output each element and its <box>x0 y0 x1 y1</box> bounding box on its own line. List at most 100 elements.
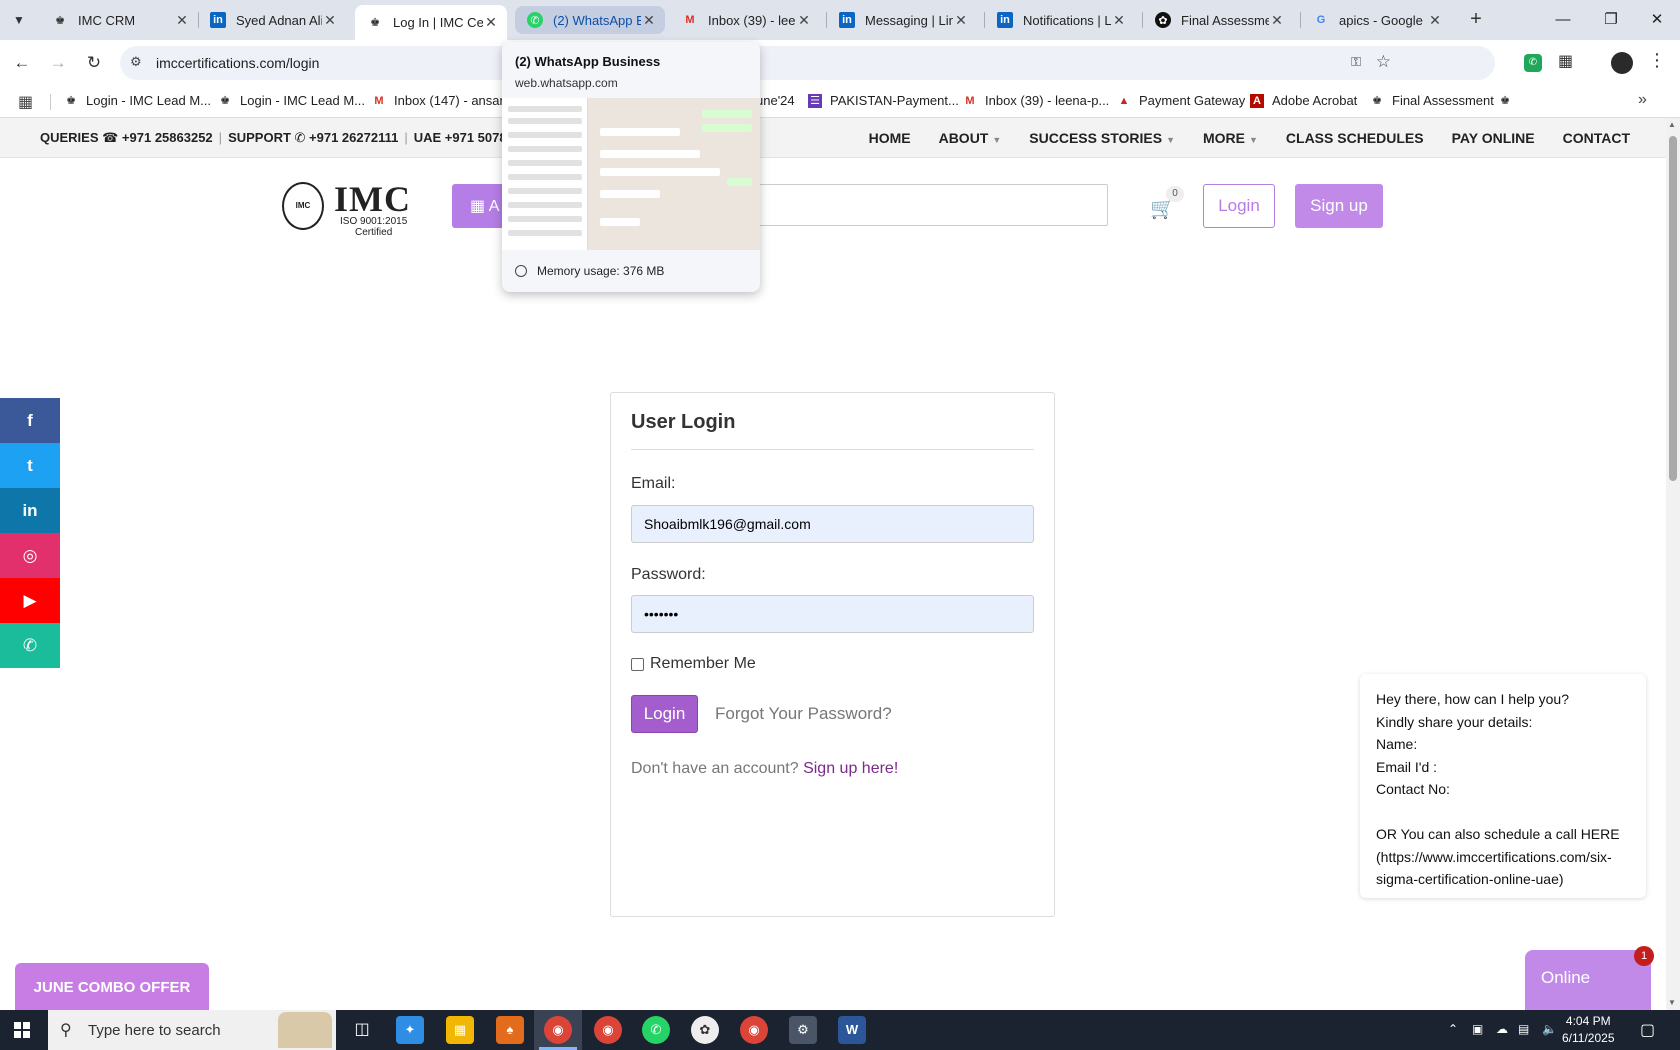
windows-start-icon[interactable] <box>14 1022 30 1038</box>
bookmark-pakistan-payment[interactable]: ☰ PAKISTAN-Payment... <box>808 93 959 108</box>
close-icon[interactable]: ✕ <box>174 12 190 29</box>
linkedin-icon[interactable]: in <box>0 488 60 533</box>
restore-icon[interactable]: ❐ <box>1588 0 1634 40</box>
instagram-icon[interactable]: ◎ <box>0 533 60 578</box>
tray-app-icon[interactable]: ▣ <box>1472 1022 1483 1036</box>
password-key-icon[interactable]: ⚿ <box>1351 54 1361 70</box>
close-icon[interactable]: ✕ <box>322 12 338 29</box>
more-menu-icon[interactable]: ⋮ <box>1648 50 1666 71</box>
chrome-icon[interactable]: ◉ <box>544 1016 572 1044</box>
email-field[interactable]: Shoaibmlk196@gmail.com <box>631 505 1034 543</box>
close-icon[interactable]: ✕ <box>641 12 657 29</box>
taskbar-clock[interactable]: 4:04 PM 6/11/2025 <box>1562 1013 1615 1047</box>
bookmark-gmail-leena[interactable]: M Inbox (39) - leena-p... <box>963 93 1109 108</box>
forward-arrow-icon[interactable]: → <box>46 51 70 75</box>
twitter-icon[interactable]: t <box>0 443 60 488</box>
window-close-icon[interactable]: ✕ <box>1634 0 1680 40</box>
tab-search-chevron-icon[interactable]: ▼ <box>6 8 32 32</box>
taskbar-search[interactable]: ⚲ Type here to search <box>48 1010 336 1050</box>
close-icon[interactable]: ✕ <box>953 12 969 29</box>
tab-imc-login[interactable]: ♚ Log In | IMC Cer ✕ <box>355 5 507 40</box>
bookmark-imc[interactable]: ♚ <box>1498 93 1520 107</box>
chrome-icon[interactable]: ◉ <box>740 1016 768 1044</box>
bookmarks-overflow-icon[interactable]: » <box>1638 91 1647 109</box>
close-icon[interactable]: ✕ <box>483 14 499 31</box>
app-icon[interactable]: ♠ <box>496 1016 524 1044</box>
bookmark-payment-gateway[interactable]: ▲ Payment Gateway <box>1117 93 1246 108</box>
close-icon[interactable]: ✕ <box>1269 12 1285 29</box>
bookmark-imc-lead-1[interactable]: ♚ Login - IMC Lead M... <box>64 93 211 108</box>
back-arrow-icon[interactable]: ← <box>10 51 34 75</box>
page-scrollbar[interactable]: ▲ ▼ <box>1666 118 1680 1010</box>
close-icon[interactable]: ✕ <box>1111 12 1127 29</box>
youtube-icon[interactable]: ▶ <box>0 578 60 623</box>
tab-imc-crm[interactable]: ♚ IMC CRM ✕ <box>40 6 198 34</box>
bookmark-adobe-acrobat[interactable]: A Adobe Acrobat <box>1250 93 1357 108</box>
copilot-icon[interactable]: ✦ <box>396 1016 424 1044</box>
new-tab-plus-icon[interactable]: + <box>1464 8 1488 32</box>
password-field[interactable]: ••••••• <box>631 595 1034 633</box>
course-search-input[interactable] <box>700 184 1108 226</box>
chat-online-button[interactable]: Online <box>1525 950 1651 1010</box>
tray-chevron-up-icon[interactable]: ⌃ <box>1448 1022 1458 1036</box>
nav-success-stories[interactable]: SUCCESS STORIES ▼ <box>1029 130 1175 146</box>
nav-about[interactable]: ABOUT ▼ <box>939 130 1002 146</box>
facebook-icon[interactable]: f <box>0 398 60 443</box>
tab-linkedin-profile[interactable]: in Syed Adnan Ali | ✕ <box>198 6 346 34</box>
support-phone[interactable]: SUPPORT ✆ +971 26272111 <box>228 130 398 145</box>
close-icon[interactable]: ✕ <box>796 12 812 29</box>
queries-phone[interactable]: QUERIES ☎ +971 25863252 <box>40 130 213 145</box>
apps-grid-icon[interactable]: ▦ <box>18 92 33 112</box>
file-explorer-icon[interactable]: ▦ <box>446 1016 474 1044</box>
june-combo-offer-button[interactable]: JUNE COMBO OFFER <box>15 963 209 1010</box>
header-signup-button[interactable]: Sign up <box>1295 184 1383 228</box>
nav-home[interactable]: HOME <box>869 130 911 146</box>
nav-class-schedules[interactable]: CLASS SCHEDULES <box>1286 130 1424 146</box>
address-bar[interactable]: ⚙ imccertifications.com/login ⚿ ☆ <box>120 46 1495 80</box>
bookmark-star-icon[interactable]: ☆ <box>1376 52 1391 72</box>
signup-link[interactable]: Sign up here! <box>803 760 898 777</box>
chrome-profile-icon[interactable]: ◉ <box>594 1016 622 1044</box>
notification-center-icon[interactable]: ▢ <box>1640 1020 1655 1040</box>
tab-gmail[interactable]: M Inbox (39) - leen ✕ <box>670 6 820 34</box>
nav-more[interactable]: MORE ▼ <box>1203 130 1258 146</box>
whatsapp-icon[interactable]: ✆ <box>0 623 60 668</box>
app-icon[interactable]: ✿ <box>691 1016 719 1044</box>
scroll-down-arrow-icon[interactable]: ▼ <box>1668 998 1676 1007</box>
volume-mute-icon[interactable]: 🔈 <box>1542 1022 1557 1036</box>
login-button[interactable]: Login <box>631 695 698 733</box>
bookmark-gmail-ansari[interactable]: M Inbox (147) - ansari... <box>372 93 517 108</box>
chat-welcome-message: Hey there, how can I help you? Kindly sh… <box>1360 674 1646 898</box>
tab-whatsapp[interactable]: ✆ (2) WhatsApp Bu ✕ <box>515 6 665 34</box>
settings-gear-icon[interactable]: ⚙ <box>789 1016 817 1044</box>
forgot-password-link[interactable]: Forgot Your Password? <box>715 704 892 724</box>
word-icon[interactable]: W <box>838 1016 866 1044</box>
tab-final-assessment[interactable]: ✿ Final Assessmen ✕ <box>1143 6 1293 34</box>
scroll-up-arrow-icon[interactable]: ▲ <box>1668 120 1676 129</box>
email-label: Email: <box>631 475 676 492</box>
bookmark-june24[interactable]: une'24 <box>756 93 795 108</box>
header-login-button[interactable]: Login <box>1203 184 1275 228</box>
whatsapp-extension-icon[interactable]: ✆ <box>1524 54 1542 72</box>
tab-linkedin-messaging[interactable]: in Messaging | Link ✕ <box>827 6 977 34</box>
imc-logo[interactable]: IMC IMC ISO 9001:2015 Certified <box>282 178 414 238</box>
profile-avatar[interactable] <box>1611 52 1633 74</box>
site-settings-icon[interactable]: ⚙ <box>130 54 142 70</box>
tab-google-search[interactable]: G apics - Google S ✕ <box>1301 6 1451 34</box>
whatsapp-icon[interactable]: ✆ <box>642 1016 670 1044</box>
minimize-icon[interactable]: — <box>1540 0 1586 40</box>
network-icon[interactable]: ▤ <box>1518 1022 1529 1036</box>
nav-pay-online[interactable]: PAY ONLINE <box>1452 130 1535 146</box>
tab-linkedin-notifications[interactable]: in Notifications | Li ✕ <box>985 6 1135 34</box>
remember-me[interactable]: Remember Me <box>631 655 756 673</box>
scrollbar-thumb[interactable] <box>1669 136 1677 481</box>
reload-icon[interactable]: ↻ <box>82 51 106 75</box>
extensions-puzzle-icon[interactable]: ▦ <box>1558 51 1573 71</box>
task-view-icon[interactable]: ◫ <box>348 1016 376 1044</box>
bookmark-final-assessment[interactable]: ♚ Final Assessment <box>1370 93 1494 108</box>
tray-cloud-icon[interactable]: ☁ <box>1496 1022 1508 1036</box>
bookmark-imc-lead-2[interactable]: ♚ Login - IMC Lead M... <box>218 93 365 108</box>
close-icon[interactable]: ✕ <box>1427 12 1443 29</box>
remember-me-checkbox[interactable] <box>631 657 644 671</box>
nav-contact[interactable]: CONTACT <box>1563 130 1630 146</box>
